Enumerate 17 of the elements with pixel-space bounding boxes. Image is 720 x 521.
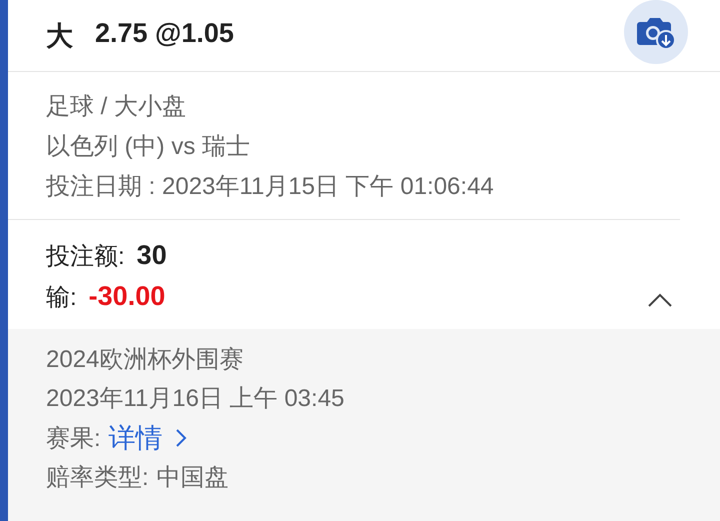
bet-selection: 大: [46, 20, 73, 52]
result-label: 输:: [46, 283, 77, 313]
bet-detail: 投注日期 : 2023年11月15日 下午 01:06:44: [46, 172, 495, 202]
bet-detail: 以色列 (中) vs 瑞士: [46, 132, 251, 162]
odds-type-label: 赔率类型:: [46, 463, 149, 493]
result-amount: -30.00: [88, 280, 166, 313]
event-name: 2024欧洲杯外围赛: [46, 345, 244, 375]
collapse-button[interactable]: [648, 293, 672, 307]
bet-detail: 足球 / 大小盘: [46, 92, 188, 122]
details-link[interactable]: 详情: [108, 421, 187, 455]
chevron-right-icon: [174, 428, 187, 448]
match-result-label: 赛果:: [46, 424, 101, 454]
stake-amount: 30: [136, 239, 167, 272]
stake-label: 投注额:: [46, 242, 125, 272]
event-date: 2023年11月16日 上午 03:45: [46, 384, 346, 414]
bet-odds: 2.75 @1.05: [95, 18, 234, 50]
odds-type-value: 中国盘: [156, 463, 229, 493]
